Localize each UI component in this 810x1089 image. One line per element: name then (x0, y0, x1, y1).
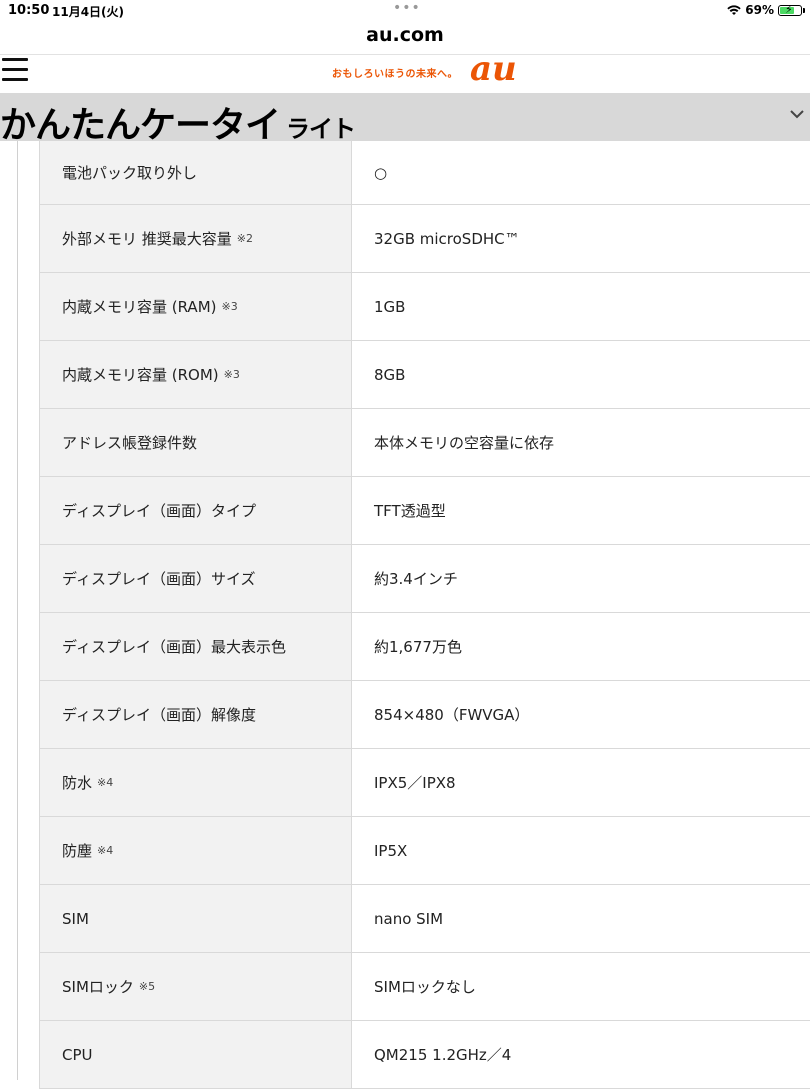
spec-label: 内蔵メモリ容量 (ROM) (62, 366, 219, 384)
spec-label-cell: 電池パック取り外し (39, 141, 352, 204)
spec-label: ディスプレイ（画面）解像度 (62, 706, 256, 724)
spec-footnote[interactable]: ※3 (222, 300, 238, 313)
spec-value: SIMロックなし (352, 953, 810, 1020)
spec-value: 32GB microSDHC™ (352, 205, 810, 272)
spec-label: CPU (62, 1045, 93, 1064)
spec-label-cell: SIMロック ※5 (39, 953, 352, 1020)
spec-value: TFT透過型 (352, 477, 810, 544)
spec-value: 8GB (352, 341, 810, 408)
spec-row: SIM nano SIM (39, 885, 810, 953)
spec-row: 電池パック取り外し ○ (39, 141, 810, 205)
spec-label: 電池パック取り外し (62, 164, 198, 182)
spec-label-cell: 防塵 ※4 (39, 817, 352, 884)
spec-row: アドレス帳登録件数 本体メモリの空容量に依存 (39, 409, 810, 477)
status-bar: 10:50 11月4日(火) ••• 69% ⚡ (0, 0, 810, 22)
product-title-sub: ライト (286, 115, 356, 143)
spec-label: 防水 (62, 774, 93, 792)
content-margin-line (17, 141, 18, 1080)
multitasking-dots[interactable]: ••• (393, 0, 421, 16)
address-bar[interactable]: au.com (0, 22, 810, 55)
battery-percent: 69% (745, 3, 774, 17)
wifi-icon (727, 5, 741, 15)
spec-value: 約1,677万色 (352, 613, 810, 680)
menu-hamburger-icon[interactable] (2, 58, 28, 86)
product-title-main: かんたんケータイ (0, 105, 281, 146)
spec-row: ディスプレイ（画面）解像度 854×480（FWVGA） (39, 681, 810, 749)
spec-label-cell: 内蔵メモリ容量 (RAM) ※3 (39, 273, 352, 340)
spec-label: 外部メモリ 推奨最大容量 (62, 230, 232, 248)
charging-bolt-icon: ⚡ (785, 2, 793, 16)
spec-row: SIMロック ※5 SIMロックなし (39, 953, 810, 1021)
spec-label-cell: SIM (39, 885, 352, 952)
spec-value: 1GB (352, 273, 810, 340)
spec-label: SIM (62, 909, 89, 928)
site-header: おもしろいほうの未来へ。 au (0, 49, 810, 93)
product-title-bar: かんたんケータイ ライト (0, 93, 810, 146)
chevron-down-icon[interactable] (790, 107, 804, 121)
spec-label-cell: 防水 ※4 (39, 749, 352, 816)
spec-label-cell: ディスプレイ（画面）サイズ (39, 545, 352, 612)
au-logo[interactable]: au (470, 49, 517, 89)
spec-label-cell: ディスプレイ（画面）解像度 (39, 681, 352, 748)
spec-label: ディスプレイ（画面）最大表示色 (62, 638, 286, 656)
spec-value: 本体メモリの空容量に依存 (352, 409, 810, 476)
spec-row: ディスプレイ（画面）サイズ 約3.4インチ (39, 545, 810, 613)
spec-row: 防塵 ※4 IP5X (39, 817, 810, 885)
spec-row: ディスプレイ（画面）最大表示色 約1,677万色 (39, 613, 810, 681)
spec-label: ディスプレイ（画面）サイズ (62, 570, 256, 588)
status-time: 10:50 (8, 3, 50, 18)
spec-row: CPU QM215 1.2GHz／4 (39, 1021, 810, 1089)
spec-footnote[interactable]: ※5 (139, 980, 155, 993)
spec-footnote[interactable]: ※3 (224, 368, 240, 381)
spec-label-cell: 内蔵メモリ容量 (ROM) ※3 (39, 341, 352, 408)
spec-label-cell: アドレス帳登録件数 (39, 409, 352, 476)
spec-footnote[interactable]: ※4 (97, 776, 113, 789)
spec-label-cell: 外部メモリ 推奨最大容量 ※2 (39, 205, 352, 272)
brand-tagline: おもしろいほうの未来へ。 (332, 69, 458, 80)
spec-row: 内蔵メモリ容量 (RAM) ※3 1GB (39, 273, 810, 341)
spec-label-cell: ディスプレイ（画面）最大表示色 (39, 613, 352, 680)
spec-value: nano SIM (352, 885, 810, 952)
battery-icon: ⚡ (778, 2, 805, 16)
spec-label: SIMロック (62, 978, 134, 996)
url-text[interactable]: au.com (0, 24, 810, 46)
status-date: 11月4日(火) (52, 5, 125, 19)
spec-value: ○ (352, 141, 810, 204)
spec-value: 854×480（FWVGA） (352, 681, 810, 748)
spec-row: ディスプレイ（画面）タイプ TFT透過型 (39, 477, 810, 545)
spec-row: 防水 ※4 IPX5／IPX8 (39, 749, 810, 817)
spec-value: QM215 1.2GHz／4 (352, 1021, 810, 1088)
spec-footnote[interactable]: ※2 (237, 232, 253, 245)
spec-table: 電池パック取り外し ○ 外部メモリ 推奨最大容量 ※2 32GB microSDHC™ 内… (39, 141, 810, 1089)
spec-label: アドレス帳登録件数 (62, 434, 198, 452)
spec-value: 約3.4インチ (352, 545, 810, 612)
spec-row: 内蔵メモリ容量 (ROM) ※3 8GB (39, 341, 810, 409)
spec-value: IP5X (352, 817, 810, 884)
status-indicators: 69% ⚡ (727, 2, 805, 17)
spec-label-cell: ディスプレイ（画面）タイプ (39, 477, 352, 544)
spec-label: ディスプレイ（画面）タイプ (62, 502, 256, 520)
spec-label-cell: CPU (39, 1021, 352, 1088)
spec-label: 内蔵メモリ容量 (RAM) (62, 298, 217, 316)
spec-row: 外部メモリ 推奨最大容量 ※2 32GB microSDHC™ (39, 205, 810, 273)
spec-value: IPX5／IPX8 (352, 749, 810, 816)
spec-label: 防塵 (62, 842, 93, 860)
spec-footnote[interactable]: ※4 (97, 844, 113, 857)
